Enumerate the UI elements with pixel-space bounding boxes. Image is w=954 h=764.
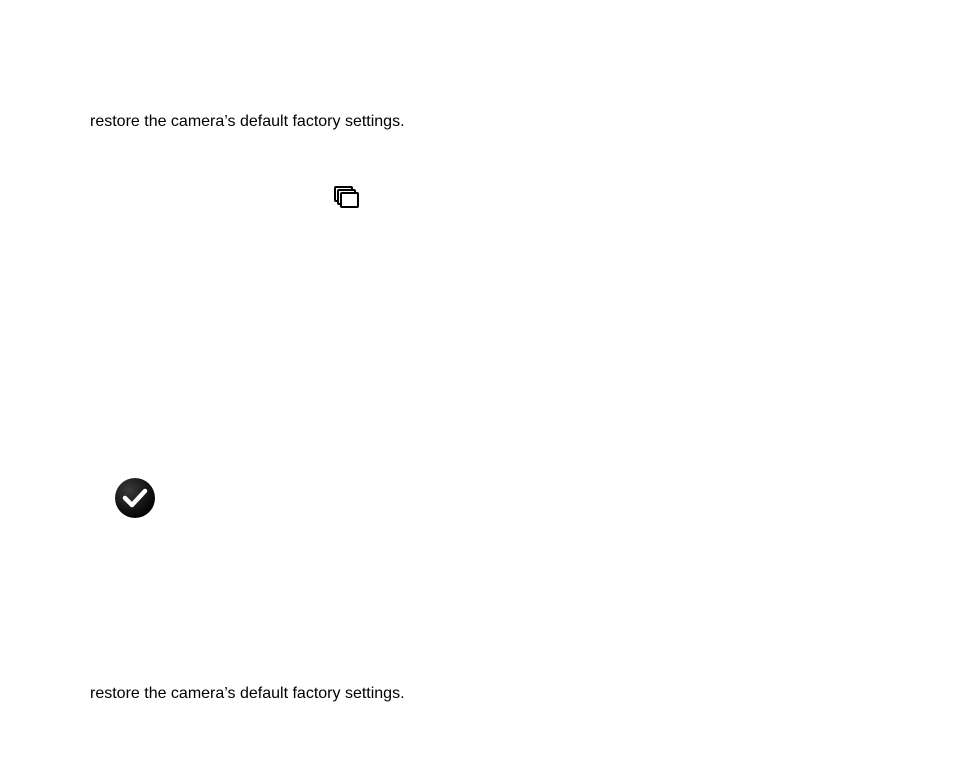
stacked-windows-icon	[334, 186, 360, 215]
body-text-top: restore the camera’s default factory set…	[90, 112, 405, 131]
checkmark-circle-icon	[114, 477, 156, 524]
body-text-bottom: restore the camera’s default factory set…	[90, 684, 405, 703]
